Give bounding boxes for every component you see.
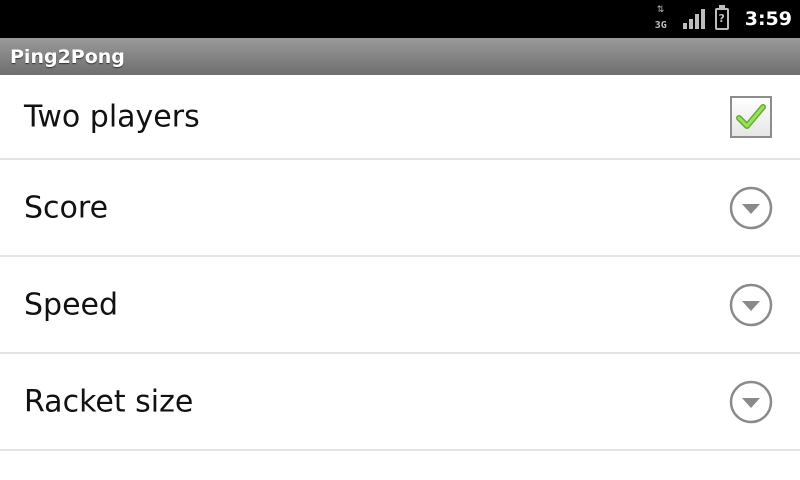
pref-label: Two players (24, 99, 200, 134)
signal-strength-icon (682, 9, 705, 29)
battery-status: ? (718, 12, 725, 25)
network-3g-icon: ⇅ 3G (654, 5, 667, 32)
pref-racket-size[interactable]: Racket size (0, 354, 800, 451)
preference-list: Two players Score Speed Racket size (0, 75, 800, 451)
status-icons: ⇅ 3G ? 3:59 (655, 0, 792, 38)
network-type: 3G (654, 20, 667, 31)
app-title: Ping2Pong (10, 45, 125, 68)
pref-label: Score (24, 190, 109, 225)
pref-label: Racket size (24, 384, 194, 419)
two-players-checkbox[interactable] (730, 95, 772, 138)
app-title-bar: Ping2Pong (0, 38, 800, 75)
pref-two-players[interactable]: Two players (0, 75, 800, 160)
status-clock: 3:59 (744, 8, 792, 30)
checkmark-icon (736, 103, 766, 129)
pref-label: Speed (24, 287, 119, 322)
battery-icon: ? (714, 5, 729, 30)
chevron-down-icon[interactable] (728, 185, 774, 231)
chevron-down-icon[interactable] (728, 282, 774, 328)
chevron-down-icon[interactable] (728, 379, 774, 425)
status-bar: ⇅ 3G ? 3:59 (0, 0, 800, 38)
pref-speed[interactable]: Speed (0, 257, 800, 354)
pref-score[interactable]: Score (0, 160, 800, 257)
